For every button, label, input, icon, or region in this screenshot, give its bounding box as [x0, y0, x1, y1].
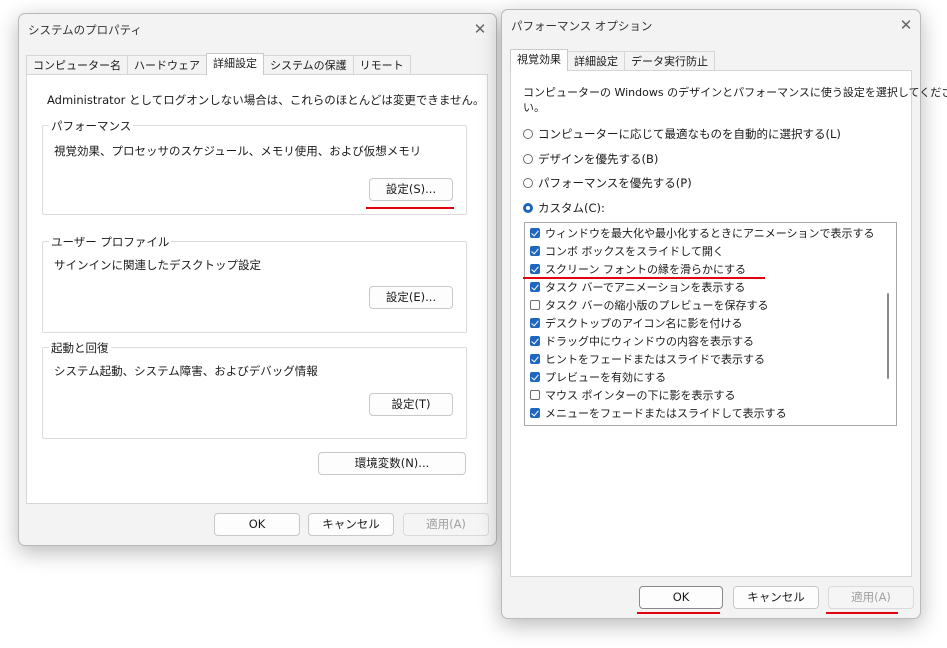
checkbox[interactable]	[530, 336, 540, 346]
tab-remote[interactable]: リモート	[352, 55, 411, 75]
option-label: ドラッグ中にウィンドウの内容を表示する	[545, 335, 754, 348]
instruction-text-line-1: コンピューターの Windows のデザインとパフォーマンスに使う設定を選択して…	[523, 86, 947, 99]
checkbox[interactable]	[530, 282, 540, 292]
radio-label: コンピューターに応じて最適なものを自動的に選択する(L)	[538, 127, 841, 141]
option-label: タスク バーの縮小版のプレビューを保存する	[545, 299, 769, 312]
list-item[interactable]: タスク バーでアニメーションを表示する	[530, 278, 745, 296]
radio-label: パフォーマンスを優先する(P)	[538, 176, 692, 190]
radio-custom[interactable]: カスタム(C):	[523, 199, 605, 217]
visual-effects-list: ウィンドウを最大化や最小化するときにアニメーションで表示する コンボ ボックスを…	[524, 222, 897, 426]
list-item[interactable]: プレビューを有効にする	[530, 368, 666, 386]
sys-ok-button[interactable]: OK	[214, 513, 300, 536]
list-item[interactable]: タスク バーの縮小版のプレビューを保存する	[530, 296, 769, 314]
radio-button[interactable]	[523, 203, 533, 213]
user-profile-group-label: ユーザー プロファイル	[49, 234, 172, 250]
radio-label: カスタム(C):	[538, 201, 605, 215]
list-item[interactable]: メニューをフェードまたはスライドして表示する	[530, 404, 787, 422]
user-profile-description: サインインに関連したデスクトップ設定	[54, 258, 261, 272]
option-label: ウィンドウを最大化や最小化するときにアニメーションで表示する	[545, 227, 875, 240]
environment-variables-button[interactable]: 環境変数(N)...	[318, 452, 466, 475]
option-label: デスクトップのアイコン名に影を付ける	[545, 317, 743, 330]
option-label: メニューをフェードまたはスライドして表示する	[545, 407, 787, 420]
checkbox[interactable]	[530, 318, 540, 328]
tab-hardware[interactable]: ハードウェア	[127, 55, 207, 75]
checkbox[interactable]	[530, 354, 540, 364]
list-scrollbar[interactable]	[887, 293, 889, 379]
startup-recovery-description: システム起動、システム障害、およびデバッグ情報	[54, 364, 318, 378]
window-title: システムのプロパティ	[28, 23, 142, 37]
radio-label: デザインを優先する(B)	[538, 152, 659, 166]
perf-apply-button[interactable]: 適用(A)	[828, 586, 914, 609]
perf-ok-button[interactable]: OK	[639, 586, 723, 609]
performance-group-label: パフォーマンス	[49, 118, 134, 134]
window-title: パフォーマンス オプション	[511, 19, 653, 33]
option-label: コンボ ボックスをスライドして開く	[545, 245, 724, 258]
list-item[interactable]: デスクトップのアイコン名に影を付ける	[530, 314, 742, 332]
performance-settings-button[interactable]: 設定(S)...	[369, 178, 453, 201]
checkbox[interactable]	[530, 264, 540, 274]
list-item[interactable]: ドラッグ中にウィンドウの内容を表示する	[530, 332, 754, 350]
user-profile-settings-button[interactable]: 設定(E)...	[369, 286, 453, 309]
option-label: タスク バーでアニメーションを表示する	[545, 281, 746, 294]
highlight-underline	[523, 277, 765, 279]
radio-auto-select[interactable]: コンピューターに応じて最適なものを自動的に選択する(L)	[523, 125, 841, 143]
performance-group	[42, 125, 467, 215]
highlight-underline	[637, 612, 720, 614]
tab-data-execution-prevention[interactable]: データ実行防止	[624, 51, 715, 71]
tab-advanced[interactable]: 詳細設定	[206, 53, 264, 75]
list-item[interactable]: マウス ポインターの下に影を表示する	[530, 386, 736, 404]
tab-visual-effects[interactable]: 視覚効果	[510, 49, 568, 71]
checkbox[interactable]	[530, 390, 540, 400]
radio-button[interactable]	[523, 129, 533, 139]
list-item[interactable]: ヒントをフェードまたはスライドで表示する	[530, 350, 765, 368]
option-label: プレビューを有効にする	[545, 371, 667, 384]
highlight-underline	[826, 612, 898, 614]
tab-computer-name[interactable]: コンピューター名	[26, 55, 128, 75]
list-item[interactable]: コンボ ボックスをスライドして開く	[530, 242, 724, 260]
radio-button[interactable]	[523, 178, 533, 188]
sys-apply-button[interactable]: 適用(A)	[403, 513, 489, 536]
checkbox[interactable]	[530, 246, 540, 256]
checkbox[interactable]	[530, 372, 540, 382]
admin-note: Administrator としてログオンしない場合は、これらのほとんどは変更で…	[47, 93, 485, 107]
sys-cancel-button[interactable]: キャンセル	[308, 513, 394, 536]
checkbox[interactable]	[530, 408, 540, 418]
radio-best-performance[interactable]: パフォーマンスを優先する(P)	[523, 174, 692, 192]
list-item[interactable]: ウィンドウを最大化や最小化するときにアニメーションで表示する	[530, 224, 875, 242]
startup-recovery-settings-button[interactable]: 設定(T)	[369, 393, 453, 416]
perf-cancel-button[interactable]: キャンセル	[733, 586, 819, 609]
radio-best-appearance[interactable]: デザインを優先する(B)	[523, 150, 658, 168]
tab-system-protection[interactable]: システムの保護	[263, 55, 354, 75]
checkbox[interactable]	[530, 228, 540, 238]
startup-recovery-group-label: 起動と回復	[49, 340, 111, 356]
instruction-text-line-2: い。	[523, 101, 545, 114]
highlight-underline	[366, 207, 454, 209]
option-label: スクリーン フォントの縁を滑らかにする	[545, 263, 747, 276]
performance-description: 視覚効果、プロセッサのスケジュール、メモリ使用、および仮想メモリ	[54, 144, 422, 158]
close-icon[interactable]: ✕	[896, 15, 916, 35]
close-icon[interactable]: ✕	[470, 19, 490, 39]
checkbox[interactable]	[530, 300, 540, 310]
option-label: ヒントをフェードまたはスライドで表示する	[545, 353, 765, 366]
list-item[interactable]: スクリーン フォントの縁を滑らかにする	[530, 260, 746, 278]
radio-button[interactable]	[523, 154, 533, 164]
tab-advanced[interactable]: 詳細設定	[567, 51, 625, 71]
option-label: マウス ポインターの下に影を表示する	[545, 389, 736, 402]
